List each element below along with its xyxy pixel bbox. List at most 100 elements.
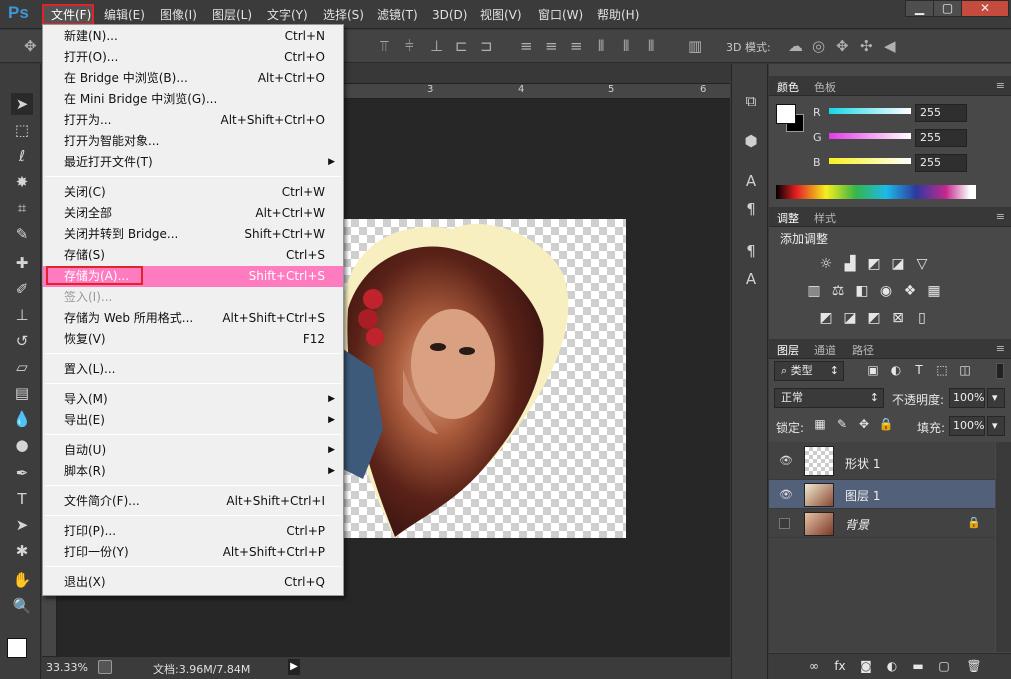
tab-adjustments[interactable]: 调整 [777, 210, 799, 226]
filter-toggle[interactable] [996, 363, 1004, 379]
path-select-icon[interactable]: ➤ [11, 514, 33, 536]
lock-pixels-icon[interactable]: ✎ [833, 417, 851, 431]
menu-item[interactable]: 退出(X) Ctrl+Q [43, 572, 343, 593]
foreground-swatch[interactable] [776, 104, 796, 124]
menu-item[interactable]: 新建(N)... Ctrl+N [43, 26, 343, 47]
hue-saturation-icon[interactable]: ▥ [805, 283, 823, 299]
tab-layers[interactable]: 图层 [777, 342, 799, 358]
panel-menu-icon[interactable]: ≡ [996, 79, 1005, 92]
opacity-input[interactable]: 100% [949, 388, 985, 408]
3d-scale-icon[interactable]: ◀ [884, 37, 896, 55]
posterize-icon[interactable]: ◪ [841, 310, 859, 326]
3d-drag-icon[interactable]: ✥ [836, 37, 849, 55]
link-layers-icon[interactable]: ∞ [805, 659, 823, 673]
layer-row[interactable]: 背景 🔒 [769, 509, 995, 538]
align-bottom-icon[interactable]: ⊥ [430, 37, 443, 55]
align-top-icon[interactable]: ⫪ [380, 37, 388, 55]
menu-item[interactable]: 存储为 Web 所用格式... Alt+Shift+Ctrl+S [43, 308, 343, 329]
black-white-icon[interactable]: ◧ [853, 283, 871, 299]
red-slider[interactable] [829, 108, 911, 114]
type-tool-icon[interactable]: T [11, 488, 33, 510]
green-slider[interactable] [829, 133, 911, 139]
minimize-button[interactable]: ▁ [905, 0, 934, 17]
magic-wand-icon[interactable]: ✸ [11, 171, 33, 193]
3d-panel-icon[interactable]: ⬢ [740, 130, 762, 152]
tab-paths[interactable]: 路径 [852, 342, 874, 358]
new-layer-icon[interactable]: ▢ [935, 659, 953, 673]
menu-image[interactable]: 图像(I) [160, 7, 197, 23]
visibility-eye-icon[interactable]: 👁 [779, 488, 793, 501]
status-menu-arrow-icon[interactable]: ▶ [288, 659, 300, 675]
filter-shape-icon[interactable]: ⬚ [933, 363, 951, 377]
fill-input[interactable]: 100% [949, 416, 985, 436]
zoom-level[interactable]: 33.33% [46, 661, 88, 674]
align-center-icon[interactable]: ⊐ [480, 37, 493, 55]
lock-all-icon[interactable]: 🔒 [877, 417, 895, 431]
tab-styles[interactable]: 样式 [814, 210, 836, 226]
3d-roll-icon[interactable]: ◎ [812, 37, 825, 55]
color-spectrum[interactable] [776, 185, 976, 199]
foreground-color-swatch[interactable] [7, 638, 27, 658]
filter-type-icon[interactable]: T [910, 363, 928, 377]
menu-file[interactable]: 文件(F) [42, 4, 94, 25]
eraser-tool-icon[interactable]: ▱ [11, 356, 33, 378]
blue-slider[interactable] [829, 158, 911, 164]
auto-align-icon[interactable]: ▥ [688, 37, 702, 55]
shape-tool-icon[interactable]: ✱ [11, 540, 33, 562]
menu-item-save-as[interactable]: 存储为(A)... Shift+Ctrl+S [43, 266, 343, 287]
menu-item[interactable]: 脚本(R) ▶ [43, 461, 343, 482]
menu-edit[interactable]: 编辑(E) [104, 7, 145, 23]
layers-scrollbar[interactable] [996, 442, 1011, 652]
distribute-bottom-icon[interactable]: ≡ [570, 37, 583, 55]
menu-item[interactable]: 存储(S) Ctrl+S [43, 245, 343, 266]
menu-type[interactable]: 文字(Y) [267, 7, 308, 23]
brightness-icon[interactable]: ☼ [817, 256, 835, 272]
marquee-tool-icon[interactable]: ⬚ [11, 119, 33, 141]
tab-channels[interactable]: 通道 [814, 342, 836, 358]
lock-transparency-icon[interactable]: ▦ [811, 417, 829, 431]
gradient-tool-icon[interactable]: ▤ [11, 382, 33, 404]
red-value[interactable]: 255 [915, 104, 967, 122]
brush-tool-icon[interactable]: ✐ [11, 278, 33, 300]
distribute-right-icon[interactable]: ⫴ [648, 37, 654, 55]
menu-item[interactable]: 关闭全部 Alt+Ctrl+W [43, 203, 343, 224]
filter-smart-icon[interactable]: ◫ [956, 363, 974, 377]
layer-row-selected[interactable]: 👁 图层 1 [769, 480, 995, 509]
dodge-tool-icon[interactable]: ● [11, 434, 33, 456]
menu-view[interactable]: 视图(V) [480, 7, 522, 23]
visibility-eye-icon[interactable]: 👁 [779, 454, 793, 467]
menu-item[interactable]: 文件简介(F)... Alt+Shift+Ctrl+I [43, 491, 343, 512]
invert-icon[interactable]: ◩ [817, 310, 835, 326]
visibility-toggle[interactable] [779, 518, 790, 529]
menu-item[interactable]: 打开为智能对象... [43, 131, 343, 152]
opacity-dropdown-icon[interactable]: ▾ [987, 388, 1005, 408]
lock-position-icon[interactable]: ✥ [855, 417, 873, 431]
hand-tool-icon[interactable]: ✋ [11, 569, 33, 591]
layer-style-icon[interactable]: fx [831, 659, 849, 673]
align-left-icon[interactable]: ⊏ [455, 37, 468, 55]
menu-item[interactable]: 关闭并转到 Bridge... Shift+Ctrl+W [43, 224, 343, 245]
selective-color-icon[interactable]: ▯ [913, 310, 931, 326]
status-icon[interactable] [98, 660, 112, 674]
menu-item[interactable]: 最近打开文件(T) ▶ [43, 152, 343, 173]
lasso-tool-icon[interactable]: ℓ [11, 145, 33, 167]
new-adjustment-icon[interactable]: ◐ [883, 659, 901, 673]
move-tool-icon[interactable]: ✥ [24, 37, 37, 55]
blend-mode-select[interactable]: 正常 ↕ [774, 388, 884, 408]
vibrance-icon[interactable]: ▽ [913, 256, 931, 272]
filter-adjust-icon[interactable]: ◐ [887, 363, 905, 377]
menu-item[interactable]: 打开(O)... Ctrl+O [43, 47, 343, 68]
menu-item[interactable]: 在 Bridge 中浏览(B)... Alt+Ctrl+O [43, 68, 343, 89]
menu-filter[interactable]: 滤镜(T) [377, 7, 418, 23]
3d-rotate-icon[interactable]: ☁ [788, 37, 803, 55]
menu-window[interactable]: 窗口(W) [538, 7, 583, 23]
threshold-icon[interactable]: ◩ [865, 310, 883, 326]
tab-swatches[interactable]: 色板 [814, 79, 836, 95]
menu-item[interactable]: 导入(M) ▶ [43, 389, 343, 410]
distribute-left-icon[interactable]: ⫴ [598, 37, 604, 55]
delete-layer-icon[interactable]: 🗑 [965, 659, 983, 673]
channel-mixer-icon[interactable]: ❖ [901, 283, 919, 299]
panel-menu-icon[interactable]: ≡ [996, 342, 1005, 355]
menu-item[interactable]: 在 Mini Bridge 中浏览(G)... [43, 89, 343, 110]
distribute-center-icon[interactable]: ⫴ [623, 37, 629, 55]
